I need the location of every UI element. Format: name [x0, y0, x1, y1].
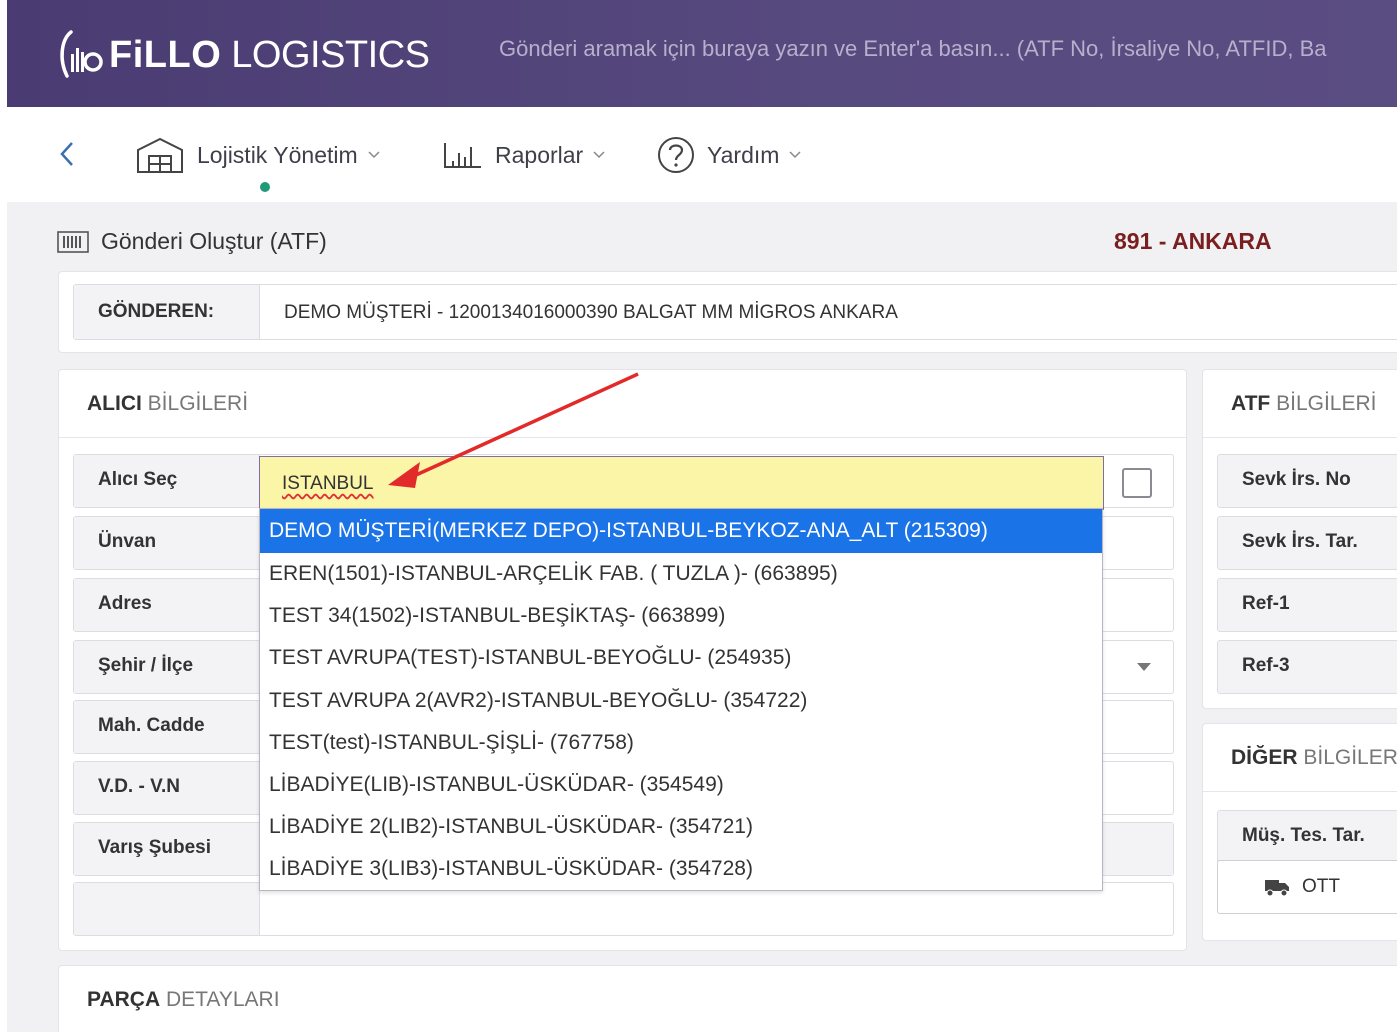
dropdown-option[interactable]: TEST(test)-ISTANBUL-ŞİŞLİ- (767758) — [260, 722, 1102, 764]
sehir-ilce-label: Şehir / İlçe — [74, 641, 260, 693]
alici-panel-header: ALICI BİLGİLERİ — [59, 370, 1186, 438]
chevron-down-icon — [593, 151, 605, 159]
alici-sec-label: Alıcı Seç — [74, 455, 260, 507]
unvan-label: Ünvan — [74, 517, 260, 569]
brand-name-light: LOGISTICS — [231, 33, 430, 76]
active-indicator-dot — [260, 182, 270, 192]
sender-panel: GÖNDEREN: DEMO MÜŞTERİ - 120013401600039… — [58, 271, 1397, 353]
dropdown-option[interactable]: DEMO MÜŞTERİ(MERKEZ DEPO)-ISTANBUL-BEYKO… — [260, 509, 1102, 553]
vd-vn-label: V.D. - V.N — [74, 762, 260, 814]
barcode-icon — [57, 230, 89, 253]
mus-tes-tar-label: Müş. Tes. Tar. — [1242, 825, 1365, 846]
dropdown-option[interactable]: LİBADİYE 3(LIB3)-ISTANBUL-ÜSKÜDAR- (3547… — [260, 848, 1102, 890]
page-title: Gönderi Oluştur (ATF) — [57, 228, 327, 255]
fillo-logo-icon — [60, 30, 103, 78]
warehouse-icon — [135, 136, 185, 174]
nav-lojistik-yonetim[interactable]: Lojistik Yönetim — [135, 137, 380, 173]
truck-icon — [1265, 880, 1289, 897]
top-header: FiLLO LOGISTICS Gönderi aramak için bura… — [7, 0, 1397, 107]
main-nav: Lojistik Yönetim Raporlar Yardım — [7, 107, 1397, 202]
bar-chart-icon — [443, 141, 483, 169]
dropdown-option[interactable]: TEST 34(1502)-ISTANBUL-BEŞİKTAŞ- (663899… — [260, 595, 1102, 637]
ott-label: OTT — [1302, 876, 1340, 897]
mah-cadde-label: Mah. Cadde — [74, 701, 260, 753]
chevron-down-icon — [368, 151, 380, 159]
chevron-down-icon — [789, 151, 801, 159]
nav-yardim[interactable]: Yardım — [657, 137, 801, 173]
caret-down-icon — [1137, 663, 1151, 671]
dropdown-option[interactable]: LİBADİYE 2(LIB2)-ISTANBUL-ÜSKÜDAR- (3547… — [260, 806, 1102, 848]
alici-search-value: ISTANBUL — [282, 473, 374, 494]
ott-button[interactable]: OTT — [1217, 860, 1397, 914]
dropdown-option[interactable]: TEST AVRUPA(TEST)-ISTANBUL-BEYOĞLU- (254… — [260, 637, 1102, 679]
brand-logo[interactable]: FiLLO LOGISTICS — [57, 20, 430, 90]
parca-panel-header: PARÇA DETAYLARI — [87, 988, 280, 1011]
sevk-irs-no-label: Sevk İrs. No — [1242, 469, 1351, 490]
sender-label: GÖNDEREN: — [74, 285, 260, 339]
nav-lojistik-label: Lojistik Yönetim — [197, 141, 358, 168]
help-circle-icon — [657, 136, 695, 174]
ref-3-label: Ref-3 — [1242, 655, 1290, 676]
dropdown-option[interactable]: TEST AVRUPA 2(AVR2)-ISTANBUL-BEYOĞLU- (3… — [260, 680, 1102, 722]
back-button[interactable] — [52, 137, 82, 171]
adres-label: Adres — [74, 579, 260, 631]
mus-tes-tar-row[interactable]: Müş. Tes. Tar. — [1217, 810, 1397, 864]
ref-1-row[interactable]: Ref-1 — [1217, 578, 1397, 632]
sender-value: DEMO MÜŞTERİ - 1200134016000390 BALGAT M… — [284, 302, 898, 323]
atf-panel: ATF BİLGİLERİ Sevk İrs. No Sevk İrs. Tar… — [1202, 369, 1397, 709]
sevk-irs-tar-row[interactable]: Sevk İrs. Tar. — [1217, 516, 1397, 570]
extra-label — [74, 883, 260, 935]
alici-dropdown-list: DEMO MÜŞTERİ(MERKEZ DEPO)-ISTANBUL-BEYKO… — [259, 508, 1103, 891]
parca-panel: PARÇA DETAYLARI — [58, 965, 1397, 1032]
sevk-irs-no-row[interactable]: Sevk İrs. No — [1217, 454, 1397, 508]
left-edge — [0, 0, 7, 1032]
nav-raporlar[interactable]: Raporlar — [443, 137, 605, 173]
ref-1-label: Ref-1 — [1242, 593, 1290, 614]
chevron-left-icon — [60, 142, 73, 166]
diger-panel-header: DİĞER BİLGİLERİ — [1203, 724, 1397, 792]
nav-yardim-label: Yardım — [707, 141, 780, 168]
alici-search-input[interactable]: ISTANBUL — [259, 456, 1104, 510]
global-search-input[interactable]: Gönderi aramak için buraya yazın ve Ente… — [499, 36, 1326, 62]
alici-checkbox[interactable] — [1122, 468, 1152, 498]
sevk-irs-tar-label: Sevk İrs. Tar. — [1242, 531, 1358, 552]
dropdown-option[interactable]: EREN(1501)-ISTANBUL-ARÇELİK FAB. ( TUZLA… — [260, 553, 1102, 595]
sender-row: GÖNDEREN: DEMO MÜŞTERİ - 120013401600039… — [73, 284, 1397, 340]
nav-raporlar-label: Raporlar — [495, 141, 584, 168]
atf-panel-header: ATF BİLGİLERİ — [1203, 370, 1397, 438]
diger-panel: DİĞER BİLGİLERİ Müş. Tes. Tar. OTT — [1202, 723, 1397, 941]
varis-subesi-label: Varış Şubesi — [74, 823, 260, 875]
dropdown-option[interactable]: LİBADİYE(LIB)-ISTANBUL-ÜSKÜDAR- (354549) — [260, 764, 1102, 806]
ref-3-row[interactable]: Ref-3 — [1217, 640, 1397, 694]
brand-name-bold: FiLLO — [109, 33, 222, 76]
page-title-text: Gönderi Oluştur (ATF) — [101, 228, 327, 254]
branch-label: 891 - ANKARA — [1114, 228, 1272, 254]
